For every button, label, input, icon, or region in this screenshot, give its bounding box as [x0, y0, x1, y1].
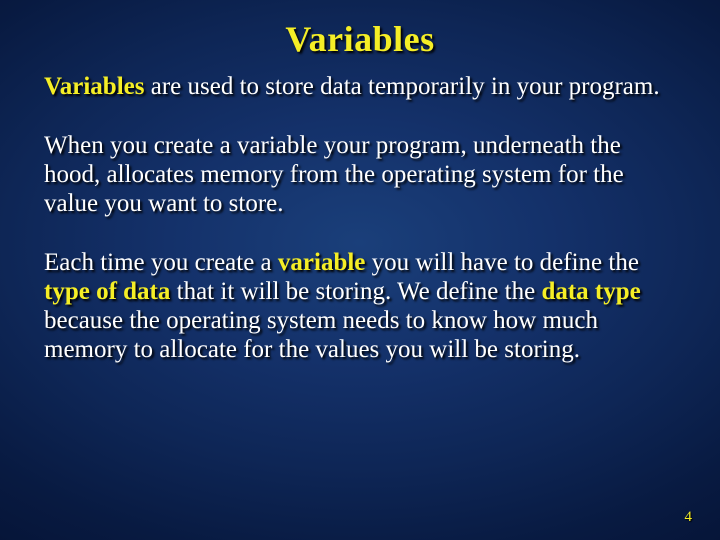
keyword-type-of-data: type of data — [44, 278, 170, 305]
paragraph-2: When you create a variable your program,… — [44, 131, 676, 218]
paragraph-3-seg-g: because the operating system needs to kn… — [44, 307, 598, 363]
paragraph-3: Each time you create a variable you will… — [44, 248, 676, 364]
keyword-variables: Variables — [44, 73, 144, 100]
paragraph-1-rest: are used to store data temporarily in yo… — [144, 73, 659, 100]
keyword-variable: variable — [278, 249, 366, 276]
paragraph-3-seg-c: you will have to define the — [365, 249, 639, 276]
paragraph-3-seg-a: Each time you create a — [44, 249, 278, 276]
page-number: 4 — [685, 509, 693, 526]
paragraph-1: Variables are used to store data tempora… — [44, 72, 676, 101]
paragraph-3-seg-e: that it will be storing. We define the — [170, 278, 541, 305]
keyword-data-type: data type — [541, 278, 640, 305]
slide-title: Variables — [44, 18, 676, 60]
slide: Variables Variables are used to store da… — [0, 0, 720, 540]
